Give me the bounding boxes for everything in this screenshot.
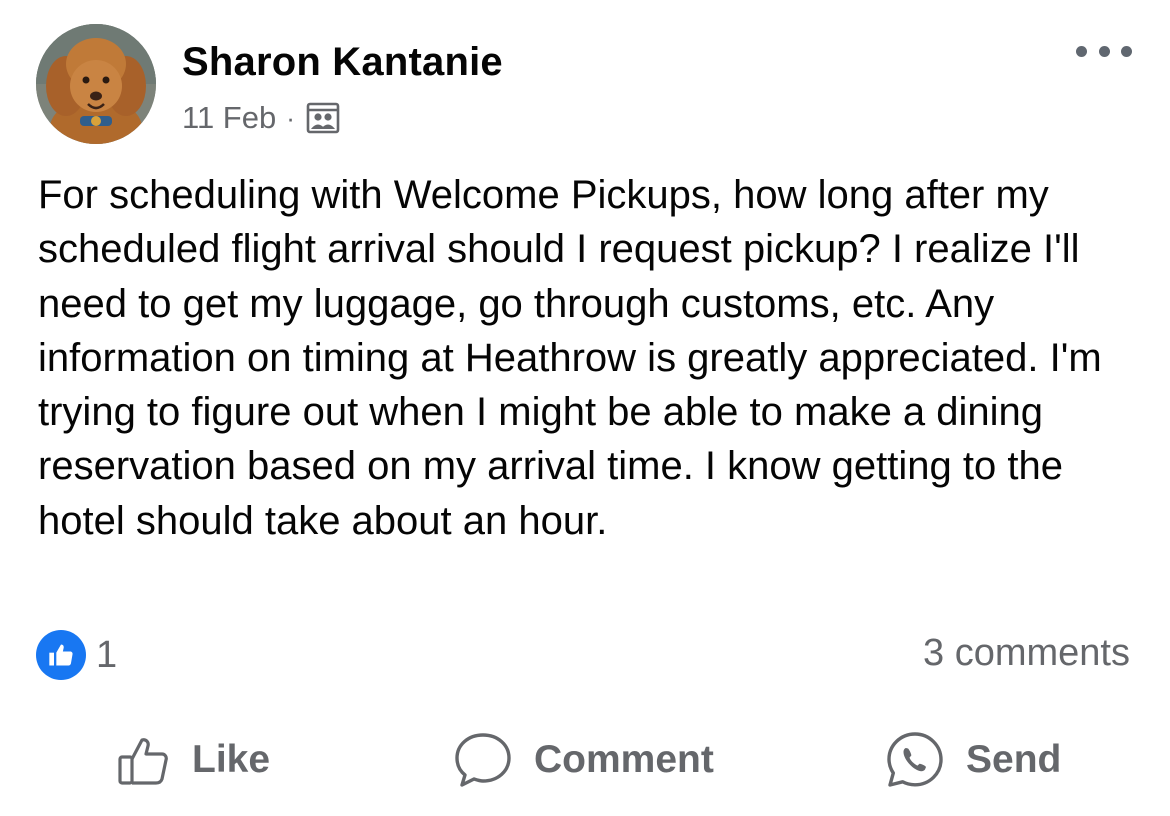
whatsapp-icon xyxy=(887,732,943,787)
meta-separator: · xyxy=(286,102,295,133)
post-meta: 11 Feb · xyxy=(182,100,341,136)
more-dot xyxy=(1098,45,1110,57)
author-avatar[interactable] xyxy=(36,24,156,144)
like-button[interactable]: Like xyxy=(116,722,270,798)
reaction-count: 1 xyxy=(96,633,118,676)
send-label: Send xyxy=(966,738,1062,781)
author-name[interactable]: Sharon Kantanie xyxy=(182,40,503,85)
action-bar: Like Comment Send xyxy=(0,722,1170,798)
thumbs-up-icon xyxy=(118,738,168,785)
like-reaction-icon xyxy=(36,630,86,680)
send-button[interactable]: Send xyxy=(884,722,1061,798)
post-body: For scheduling with Welcome Pickups, how… xyxy=(38,173,1102,543)
more-options-icon[interactable] xyxy=(1076,36,1132,66)
more-dot xyxy=(1076,45,1087,57)
comment-button[interactable]: Comment xyxy=(452,722,714,798)
like-label: Like xyxy=(192,738,271,781)
avatar-dog-image xyxy=(36,24,156,144)
group-icon xyxy=(305,100,341,136)
comment-label: Comment xyxy=(534,738,714,781)
post-date[interactable]: 11 Feb xyxy=(182,100,276,136)
post-card: Sharon Kantanie 11 Feb · For scheduling … xyxy=(0,0,1170,816)
comments-count[interactable]: 3 comments xyxy=(923,632,1130,675)
comment-bubble-icon xyxy=(455,733,511,787)
reactions-summary[interactable]: 1 xyxy=(36,630,117,680)
more-dot xyxy=(1121,45,1132,57)
